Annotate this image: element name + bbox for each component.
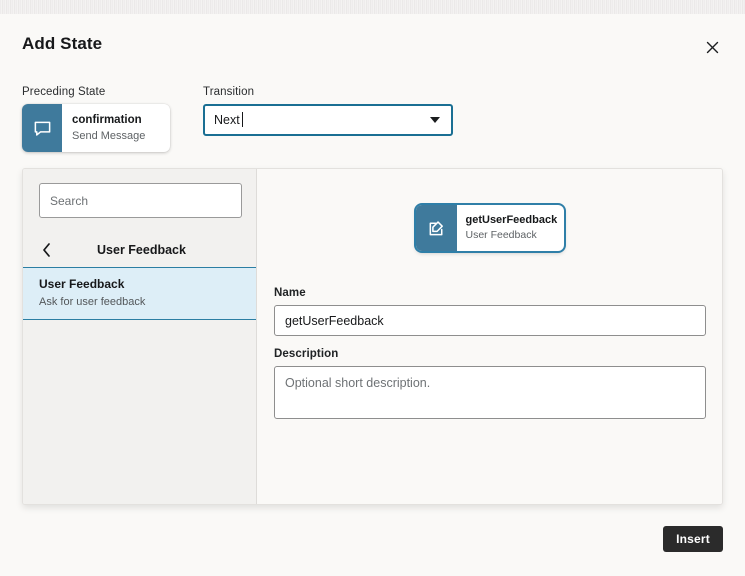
state-list-pane: User Feedback User Feedback Ask for user… bbox=[23, 169, 257, 504]
add-state-dialog: Add State Preceding State confirmation S… bbox=[0, 0, 745, 576]
transition-label: Transition bbox=[203, 86, 255, 98]
name-group: Name bbox=[274, 287, 706, 336]
insert-button[interactable]: Insert bbox=[663, 526, 723, 552]
speech-bubble-icon-glyph bbox=[34, 121, 50, 136]
page-title: Add State bbox=[22, 34, 103, 53]
preceding-state-group: Preceding State confirmation Send Messag… bbox=[22, 86, 170, 152]
preceding-state-card-subtitle: Send Message bbox=[72, 129, 146, 142]
state-preview-card-subtitle: User Feedback bbox=[465, 228, 537, 241]
list-item-subtitle: Ask for user feedback bbox=[39, 295, 146, 308]
preceding-state-label: Preceding State bbox=[22, 86, 106, 98]
search-input[interactable] bbox=[39, 183, 242, 218]
speech-bubble-icon bbox=[22, 104, 62, 152]
state-preview-card-title: getUserFeedback bbox=[465, 213, 558, 226]
name-field[interactable] bbox=[274, 305, 706, 336]
edit-square-icon bbox=[415, 205, 457, 251]
name-label: Name bbox=[274, 287, 306, 299]
transition-select[interactable]: Next bbox=[203, 104, 453, 136]
state-preview-card[interactable]: getUserFeedback User Feedback bbox=[415, 205, 564, 251]
description-field[interactable] bbox=[274, 366, 706, 419]
list-nav-header: User Feedback bbox=[23, 233, 256, 267]
transition-group: Transition Next bbox=[203, 86, 453, 136]
edit-square-icon-glyph bbox=[429, 220, 443, 235]
state-detail-pane: getUserFeedback User Feedback Name Descr… bbox=[257, 169, 722, 504]
preceding-state-card[interactable]: confirmation Send Message bbox=[22, 104, 170, 152]
state-list: User Feedback Ask for user feedback bbox=[23, 267, 256, 321]
search-row bbox=[23, 169, 256, 218]
transition-select-value: Next bbox=[214, 112, 243, 127]
preceding-state-card-title: confirmation bbox=[72, 114, 142, 127]
close-icon-glyph bbox=[706, 41, 718, 53]
chevron-down-icon[interactable] bbox=[430, 117, 440, 123]
list-item-title: User Feedback bbox=[39, 277, 125, 291]
close-icon[interactable] bbox=[701, 36, 723, 58]
state-preview-card-text: getUserFeedback User Feedback bbox=[457, 205, 564, 251]
state-detail-form: Name Description bbox=[257, 251, 722, 424]
chevron-left-icon[interactable] bbox=[37, 241, 55, 259]
list-nav-title: User Feedback bbox=[97, 243, 186, 257]
preceding-state-card-text: confirmation Send Message bbox=[62, 104, 170, 152]
description-label: Description bbox=[274, 348, 339, 360]
description-group: Description bbox=[274, 348, 706, 424]
chevron-left-icon-glyph bbox=[42, 243, 50, 257]
state-picker-panel: User Feedback User Feedback Ask for user… bbox=[22, 168, 723, 505]
preview-card-wrap: getUserFeedback User Feedback bbox=[257, 169, 722, 251]
list-item[interactable]: User Feedback Ask for user feedback bbox=[23, 267, 256, 321]
window-top-texture bbox=[0, 0, 745, 14]
